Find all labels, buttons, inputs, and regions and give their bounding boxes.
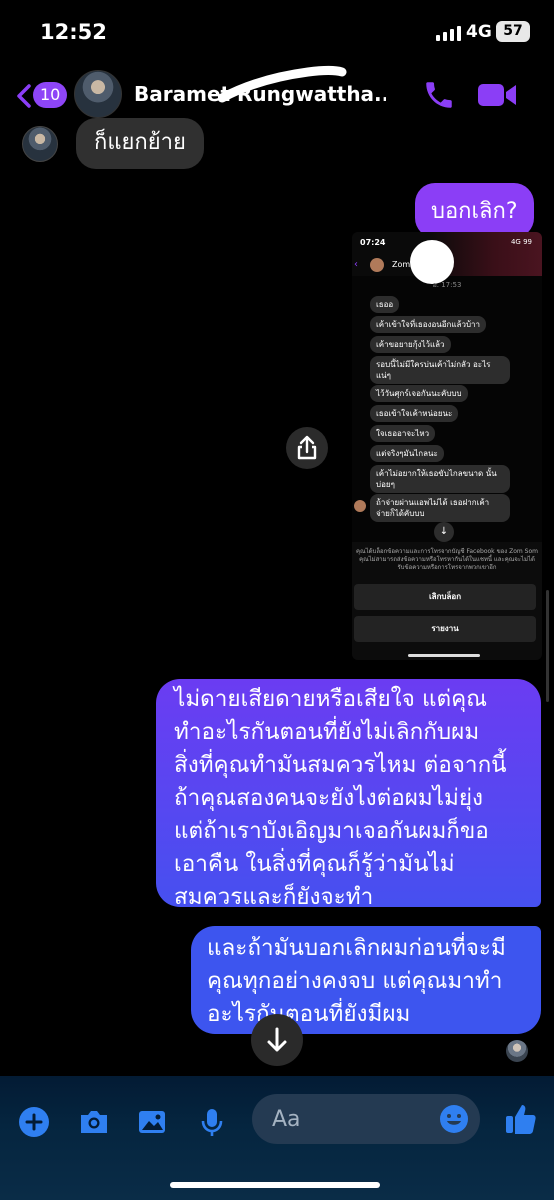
screenshot-message: รอบนี้ไม่มีใครบ่นเค้าไม่กลัว อะไรแน่ๆ [370, 356, 510, 384]
network-type: 4G [466, 22, 492, 42]
share-icon [297, 435, 317, 460]
phone-icon [426, 82, 452, 108]
chat-header: 10 Baramet Rungwattha... [0, 62, 554, 128]
screenshot-home-bar [408, 654, 480, 657]
add-button[interactable] [16, 1104, 52, 1140]
screenshot-message: ไว้วันศุกร์เจอกันนะคับบบ [370, 385, 468, 402]
video-camera-icon [478, 84, 516, 106]
outgoing-message[interactable]: ไม่ดายเสียดายหรือเสียใจ แต่คุณ ทำอะไรกัน… [156, 679, 541, 910]
voice-call-button[interactable] [422, 78, 456, 112]
screenshot-avatar [370, 258, 384, 272]
screenshot-message: ถ้าจ่ายผ่านแอพไม่ได้ เธอฝากเค้า จ่ายก็ได… [370, 494, 510, 522]
microphone-icon [201, 1109, 223, 1136]
seen-receipt-avatar [506, 1040, 528, 1062]
unread-count-badge: 10 [33, 82, 68, 108]
camera-icon [81, 1111, 107, 1133]
screenshot-status: 4G 99 [510, 238, 532, 246]
image-icon [139, 1111, 165, 1133]
screenshot-header: 07:24 4G 99 ‹ Zom S [352, 232, 542, 284]
message-line: ทำอะไรกันตอนที่ยังไม่เลิกกับผม [174, 719, 480, 745]
incoming-message[interactable]: ก็แยกย้าย [76, 118, 204, 169]
message-input[interactable] [272, 1104, 432, 1134]
emoji-button[interactable] [438, 1103, 470, 1135]
screenshot-message: เธออ [370, 296, 400, 313]
screenshot-blocked-panel: คุณได้บล็อกข้อความและการโทรจากบัญชี Face… [352, 542, 542, 660]
screenshot-unblock-button: เลิกบล็อก [354, 584, 536, 610]
screenshot-report-button: รายงาน [354, 616, 536, 642]
redaction-scribble [218, 66, 347, 103]
screenshot-blocked-notice: คุณได้บล็อกข้อความและการโทรจากบัญชี Face… [356, 548, 538, 571]
status-time: 12:52 [40, 20, 107, 44]
message-line: แต่ถ้าเราบังเอิญมาเจอกันผมก็ขอ [174, 818, 489, 844]
contact-avatar[interactable] [74, 70, 122, 118]
status-bar: 12:52 4G 57 [0, 0, 554, 62]
emoji-icon [440, 1105, 468, 1133]
screenshot-message: เค้าขอยายกุ้งไว้แล้ว [370, 336, 451, 353]
message-line: สิ่งที่คุณทำมันสมควรไหม ต่อจากนี้ [174, 752, 507, 778]
shared-screenshot-image[interactable]: 07:24 4G 99 ‹ Zom S อ. 17:53 เธออ เค้าเข… [352, 232, 542, 660]
scroll-indicator [546, 590, 549, 702]
contact-avatar-small [22, 126, 58, 162]
message-input-container[interactable] [252, 1094, 480, 1144]
scroll-to-bottom-button[interactable] [251, 1014, 303, 1066]
screenshot-message: เค้าเข้าใจที่เธองอนอีกแล้วบ้าา [370, 316, 487, 333]
screenshot-date: อ. 17:53 [432, 281, 462, 289]
message-line: และถ้ามันบอกเลิกผมก่อนที่จะมี [207, 935, 506, 961]
video-call-button[interactable] [476, 80, 518, 110]
message-line: เอาคืน ในสิ่งที่คุณก็รู้ว่ามันไม่ [174, 851, 455, 877]
voice-message-button[interactable] [194, 1104, 230, 1140]
like-button[interactable] [502, 1100, 540, 1138]
message-line: ถ้าคุณสองคนจะยังไงต่อผมไม่ยุ่ง [174, 785, 484, 811]
arrow-down-icon: ↓ [434, 522, 454, 542]
thumbs-up-icon [506, 1105, 536, 1134]
camera-button[interactable] [76, 1104, 112, 1140]
message-line: คุณทุกอย่างคงจบ แต่คุณมาทำ [207, 968, 503, 994]
gallery-button[interactable] [134, 1104, 170, 1140]
screenshot-message: เค้าไม่อยากให้เธอขับไกลขนาด นั้นบ่อยๆ [370, 465, 510, 493]
signal-icon [436, 25, 462, 41]
screenshot-message: ใจเธออาจะไหว [370, 425, 436, 442]
screenshot-time: 07:24 [360, 238, 386, 247]
plus-icon [19, 1107, 49, 1137]
message-line: สมควรและก็ยังจะทำ [174, 884, 374, 910]
home-indicator [170, 1182, 380, 1188]
chevron-left-icon [17, 84, 31, 108]
screenshot-message: แต่จริงๆมันไกลนะ [370, 445, 444, 462]
outgoing-message[interactable]: บอกเลิก? [415, 183, 534, 238]
battery-icon: 57 [496, 21, 530, 42]
message-line: ไม่ดายเสียดายหรือเสียใจ แต่คุณ [174, 686, 488, 712]
outgoing-message[interactable]: และถ้ามันบอกเลิกผมก่อนที่จะมี คุณทุกอย่า… [191, 926, 541, 1034]
screenshot-avatar-small [354, 500, 366, 512]
share-button[interactable] [286, 427, 328, 469]
arrow-down-icon [267, 1027, 287, 1052]
redaction-blob [410, 240, 454, 284]
chevron-left-icon: ‹ [354, 259, 358, 270]
screenshot-message: เธอเข้าใจเค้าหน่อยนะ [370, 405, 459, 422]
back-button[interactable]: 10 [16, 80, 68, 110]
